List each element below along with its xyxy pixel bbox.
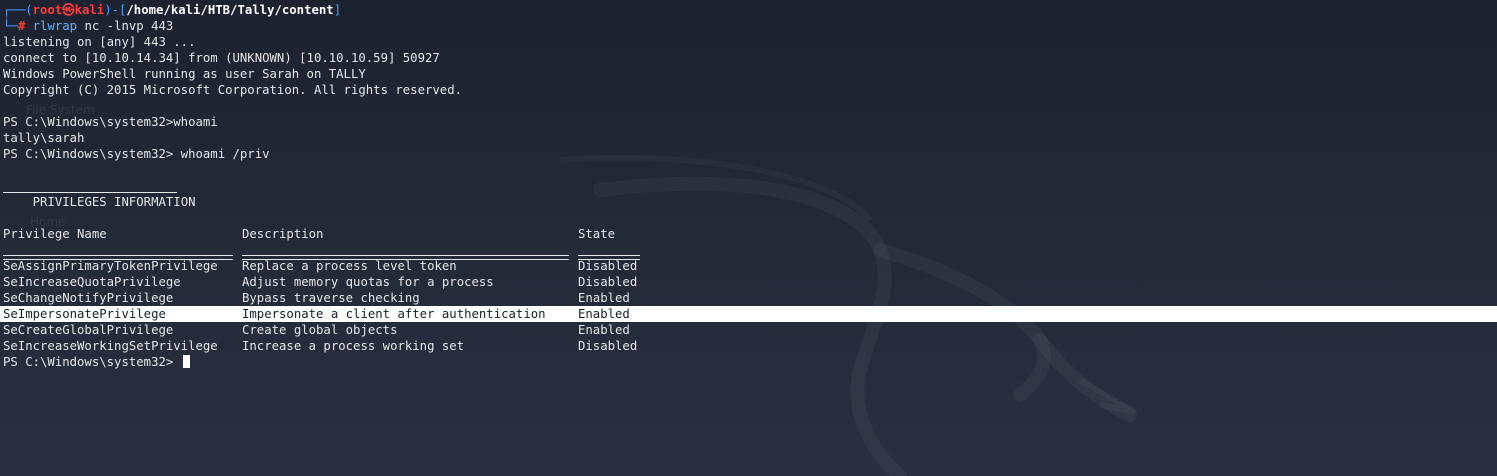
column-header-state: State [578, 227, 616, 241]
table-row: SeCreateGlobalPrivilege Create global ob… [3, 322, 1497, 338]
privileges-header-underline [3, 192, 177, 193]
output-connect: connect to [10.10.14.34] from (UNKNOWN) … [3, 51, 440, 65]
output-listening: listening on [any] 443 ... [3, 35, 196, 49]
privilege-state: Disabled [578, 259, 638, 273]
table-row: SeChangeNotifyPrivilege Bypass traverse … [3, 290, 1497, 306]
privilege-description: Impersonate a client after authenticatio… [242, 307, 546, 321]
prompt-user: root [32, 3, 63, 17]
privilege-state: Disabled [578, 275, 638, 289]
prompt-path: /home/kali/HTB/Tally/content [126, 3, 334, 17]
ps-command-whoami: PS C:\Windows\system32>whoami [3, 115, 218, 129]
command-name: rlwrap [32, 19, 78, 33]
privilege-name: SeImpersonatePrivilege [3, 307, 166, 321]
privilege-name: SeIncreaseWorkingSetPrivilege [3, 339, 218, 353]
privilege-state: Enabled [578, 291, 630, 305]
prompt-line-command: └─# rlwrap nc -lnvp 443 [3, 18, 1497, 34]
table-header-row: Privilege Name Description State [3, 226, 1497, 242]
text-cursor [182, 355, 190, 368]
table-row: SeAssignPrimaryTokenPrivilege Replace a … [3, 258, 1497, 274]
command-args: nc -lnvp 443 [84, 19, 174, 33]
privilege-description: Replace a process level token [242, 259, 457, 273]
privilege-state: Enabled [578, 323, 630, 337]
column-header-description: Description [242, 227, 324, 241]
ps-final-prompt: PS C:\Windows\system32> [3, 355, 181, 369]
privilege-name: SeAssignPrimaryTokenPrivilege [3, 259, 218, 273]
prompt-sep: )-[ [104, 3, 127, 17]
ps-command-whoami-priv: PS C:\Windows\system32> whoami /priv [3, 147, 270, 161]
ps-final-prompt-line[interactable]: PS C:\Windows\system32> [3, 354, 1497, 370]
prompt-host: kali [74, 3, 105, 17]
prompt-hash: # [17, 19, 26, 33]
table-header-separator [3, 242, 1497, 260]
privilege-state: Enabled [578, 307, 630, 321]
privilege-name: SeChangeNotifyPrivilege [3, 291, 174, 305]
privilege-description: Increase a process working set [242, 339, 465, 353]
privilege-description: Adjust memory quotas for a process [242, 275, 494, 289]
table-row: SeIncreaseWorkingSetPrivilege Increase a… [3, 338, 1497, 354]
privilege-description: Create global objects [242, 323, 398, 337]
terminal-output[interactable]: ┌──(root㉿kali)-[/home/kali/HTB/Tally/con… [0, 2, 1497, 370]
prompt-close: ] [333, 3, 342, 17]
output-ps-banner: Windows PowerShell running as user Sarah… [3, 67, 366, 81]
prompt-line-top: ┌──(root㉿kali)-[/home/kali/HTB/Tally/con… [3, 2, 1497, 18]
table-row-highlighted[interactable]: SeImpersonatePrivilege Impersonate a cli… [0, 306, 1497, 322]
privilege-name: SeIncreaseQuotaPrivilege [3, 275, 181, 289]
selection-highlight [0, 306, 1497, 322]
privilege-description: Bypass traverse checking [242, 291, 420, 305]
privilege-state: Disabled [578, 339, 638, 353]
privilege-name: SeCreateGlobalPrivilege [3, 323, 174, 337]
kali-skull-icon: ㉿ [62, 3, 75, 17]
output-whoami: tally\sarah [3, 131, 85, 145]
table-row: SeIncreaseQuotaPrivilege Adjust memory q… [3, 274, 1497, 290]
output-copyright: Copyright (C) 2015 Microsoft Corporation… [3, 83, 463, 97]
prompt-corner-top: ┌──( [3, 3, 33, 17]
privileges-header-line: PRIVILEGES INFORMATION [3, 178, 1497, 209]
column-header-privilege-name: Privilege Name [3, 227, 107, 241]
prompt-corner-bottom: └─ [3, 19, 18, 33]
